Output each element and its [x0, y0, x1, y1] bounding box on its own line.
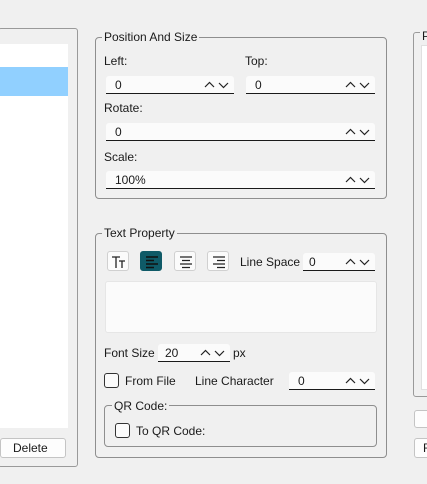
align-left-button[interactable] — [140, 251, 162, 271]
text-content-input[interactable] — [105, 281, 377, 333]
from-file-label[interactable]: From File — [125, 374, 176, 388]
to-qr-code-label[interactable]: To QR Code: — [136, 424, 205, 438]
font-size-spin-arrows[interactable] — [200, 347, 226, 359]
line-space-label: Line Space — [240, 255, 301, 269]
chevron-down-icon[interactable] — [359, 127, 370, 137]
right-panel-content[interactable] — [421, 45, 427, 390]
qr-code-legend: QR Code: — [112, 399, 170, 413]
rotate-value: 0 — [115, 125, 122, 139]
right-panel-legend: P — [420, 29, 427, 43]
scale-value: 100% — [115, 173, 146, 187]
chevron-up-icon[interactable] — [345, 376, 356, 386]
from-file-checkbox[interactable] — [104, 373, 119, 388]
delete-button[interactable]: Delete — [0, 438, 66, 458]
chevron-down-icon[interactable] — [359, 257, 370, 267]
rotate-label: Rotate: — [104, 101, 143, 115]
top-value: 0 — [255, 78, 262, 92]
align-center-icon — [180, 256, 192, 269]
align-right-icon — [213, 256, 225, 269]
chevron-down-icon[interactable] — [359, 376, 370, 386]
line-space-spinbox[interactable]: 0 — [303, 253, 375, 271]
chevron-down-icon[interactable] — [218, 80, 229, 90]
left-value: 0 — [115, 78, 122, 92]
rotate-spinbox[interactable]: 0 — [106, 123, 375, 141]
chevron-down-icon[interactable] — [359, 80, 370, 90]
chevron-up-icon[interactable] — [200, 348, 211, 358]
scale-label: Scale: — [104, 150, 138, 164]
chevron-up-icon[interactable] — [345, 127, 356, 137]
chevron-up-icon[interactable] — [204, 80, 215, 90]
text-case-icon — [112, 256, 125, 268]
align-left-icon — [146, 256, 158, 269]
chevron-down-icon[interactable] — [214, 348, 225, 358]
font-size-spinbox[interactable]: 20 — [158, 344, 230, 362]
font-size-unit: px — [233, 346, 246, 360]
top-spinbox[interactable]: 0 — [246, 76, 375, 94]
line-character-value: 0 — [298, 374, 305, 388]
top-label: Top: — [245, 54, 268, 68]
scale-spinbox[interactable]: 100% — [106, 171, 375, 189]
chevron-down-icon[interactable] — [359, 175, 370, 185]
line-space-spin-arrows[interactable] — [345, 256, 371, 268]
left-label: Left: — [104, 54, 128, 68]
layer-list[interactable] — [0, 44, 68, 428]
left-spinbox[interactable]: 0 — [106, 76, 234, 94]
position-size-legend: Position And Size — [102, 30, 200, 44]
line-character-label: Line Character — [195, 374, 274, 388]
font-size-label: Font Size — [104, 346, 155, 360]
line-space-value: 0 — [309, 255, 316, 269]
line-character-spinbox[interactable]: 0 — [289, 372, 375, 390]
text-property-legend: Text Property — [102, 226, 177, 240]
right-panel-button[interactable] — [414, 410, 427, 428]
rotate-spin-arrows[interactable] — [345, 126, 371, 138]
to-qr-code-checkbox[interactable] — [115, 423, 130, 438]
align-center-button[interactable] — [174, 251, 196, 271]
font-size-value: 20 — [165, 346, 179, 360]
right-panel-f-button[interactable]: F — [414, 438, 427, 458]
chevron-up-icon[interactable] — [345, 175, 356, 185]
scale-spin-arrows[interactable] — [345, 174, 371, 186]
chevron-up-icon[interactable] — [345, 257, 356, 267]
top-spin-arrows[interactable] — [345, 79, 371, 91]
text-case-button[interactable] — [107, 251, 129, 271]
layer-list-selected-item[interactable] — [0, 67, 68, 96]
left-spin-arrows[interactable] — [204, 79, 230, 91]
line-character-spin-arrows[interactable] — [345, 375, 371, 387]
chevron-up-icon[interactable] — [345, 80, 356, 90]
align-right-button[interactable] — [207, 251, 229, 271]
